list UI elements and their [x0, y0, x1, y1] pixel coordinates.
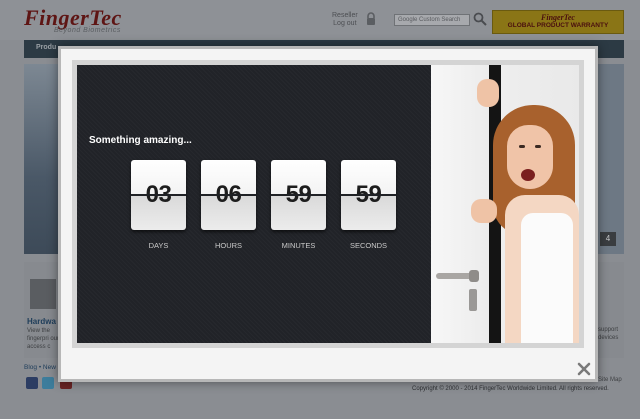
slider-page-button[interactable]: 4 — [600, 232, 616, 246]
countdown-modal: Something amazing... 03 DAYS 06 HOURS 59… — [58, 46, 598, 382]
reseller-link[interactable]: Reseller — [332, 12, 358, 20]
woman-top — [521, 213, 573, 343]
minutes-label: MINUTES — [281, 241, 316, 250]
hardware-title[interactable]: Hardwa — [27, 317, 56, 326]
days-label: DAYS — [148, 241, 169, 250]
woman-hand-top — [477, 79, 499, 107]
countdown-tile-days: 03 — [131, 160, 186, 230]
search-icon[interactable] — [473, 12, 487, 26]
warranty-text: GLOBAL PRODUCT WARRANTY — [507, 22, 609, 29]
hardware-image — [30, 279, 56, 309]
door-handle-rose — [469, 270, 479, 282]
countdown-panel: Something amazing... 03 DAYS 06 HOURS 59… — [77, 65, 431, 343]
door-lock-plate — [469, 289, 477, 311]
lock-icon — [367, 12, 375, 25]
woman-eye-left — [519, 145, 525, 148]
minutes-value: 59 — [285, 181, 312, 208]
nav-item-products[interactable]: Produ — [36, 44, 56, 51]
hours-label: HOURS — [214, 241, 243, 250]
woman-eye-right — [535, 145, 541, 148]
reseller-links[interactable]: Reseller Log out — [332, 12, 358, 28]
countdown-tile-hours: 06 — [201, 160, 256, 230]
search-input[interactable]: Google Custom Search — [394, 14, 470, 26]
logo-tagline: Beyond Biometrics — [54, 27, 121, 34]
footer-sitemap-link[interactable]: Site Map — [598, 377, 622, 383]
support-text: support devices — [598, 327, 619, 341]
copyright-text: Copyright © 2000 - 2014 FingerTec Worldw… — [412, 386, 609, 392]
blog-links[interactable]: Blog • New — [24, 364, 56, 371]
woman-hand-bottom — [471, 199, 497, 223]
days-value: 03 — [145, 181, 172, 208]
logout-link[interactable]: Log out — [332, 20, 358, 28]
hours-value: 06 — [215, 181, 242, 208]
countdown-tile-seconds: 59 — [341, 160, 396, 230]
promo-photo — [431, 65, 579, 343]
warranty-brand: FingerTec — [541, 13, 575, 22]
seconds-label: SECONDS — [349, 241, 388, 250]
facebook-icon[interactable] — [26, 377, 38, 389]
modal-content: Something amazing... 03 DAYS 06 HOURS 59… — [72, 60, 584, 348]
close-icon[interactable] — [577, 362, 591, 376]
countdown-tile-minutes: 59 — [271, 160, 326, 230]
woman-mouth — [521, 169, 535, 181]
twitter-icon[interactable] — [42, 377, 54, 389]
seconds-value: 59 — [355, 181, 382, 208]
countdown-headline: Something amazing... — [89, 135, 192, 146]
warranty-banner[interactable]: FingerTec GLOBAL PRODUCT WARRANTY — [492, 10, 624, 34]
